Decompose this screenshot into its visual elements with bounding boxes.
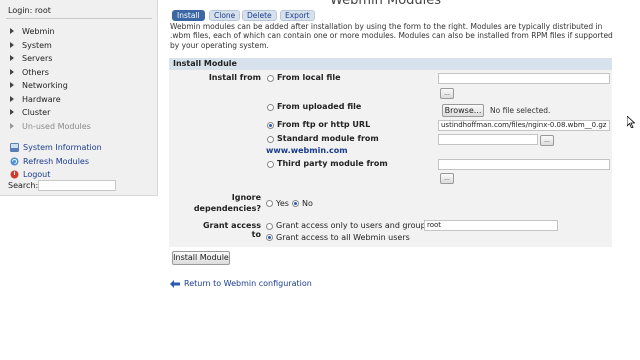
tab-clone[interactable]: Clone xyxy=(209,10,241,21)
install-module-header: Install Module xyxy=(169,58,612,70)
chevron-right-icon xyxy=(10,109,14,115)
chevron-right-icon xyxy=(10,123,14,129)
return-to-config-link[interactable]: Return to Webmin configuration xyxy=(170,279,312,288)
third-party-chooser-button[interactable]: ... xyxy=(440,173,454,184)
chevron-right-icon xyxy=(10,42,14,48)
dependencies-label: dependencies? xyxy=(193,204,261,213)
sidebar-item-label: Servers xyxy=(22,53,53,63)
url-input[interactable]: ustindhoffman.com/files/nginx-0.08.wbm__… xyxy=(438,120,610,131)
grant-users-input[interactable]: root xyxy=(424,220,558,231)
sidebar-item-label: Others xyxy=(22,67,49,77)
source-third-party-radio[interactable] xyxy=(267,161,274,168)
grant-all-radio[interactable] xyxy=(266,234,273,241)
ignore-label: Ignore xyxy=(231,193,261,202)
tab-export[interactable]: Export xyxy=(280,10,315,21)
source-uploaded-radio[interactable] xyxy=(267,104,274,111)
chevron-right-icon xyxy=(10,82,14,88)
grant-all-label: Grant access to all Webmin users xyxy=(276,233,410,242)
sidebar-item-label: Un-used Modules xyxy=(22,121,91,131)
chevron-right-icon xyxy=(10,69,14,75)
sidebar-item-hardware[interactable]: Hardware xyxy=(10,93,61,105)
standard-module-input[interactable] xyxy=(438,134,538,145)
sidebar-item-label: System xyxy=(22,40,52,50)
sidebar-item-networking[interactable]: Networking xyxy=(10,79,68,91)
chevron-right-icon xyxy=(10,28,14,34)
sidebar-item-label: Networking xyxy=(22,80,68,90)
source-standard-label: Standard module from xyxy=(277,134,379,143)
sidebar-item-cluster[interactable]: Cluster xyxy=(10,106,50,118)
no-file-status: No file selected. xyxy=(490,106,551,115)
install-module-button[interactable]: Install Module xyxy=(172,251,230,265)
sidebar-divider xyxy=(6,18,152,19)
grant-users-label: Grant access only to users and groups : xyxy=(276,221,436,230)
chevron-right-icon xyxy=(10,55,14,61)
refresh-icon xyxy=(10,157,19,165)
sidebar-item-unused-modules[interactable]: Un-used Modules xyxy=(10,120,91,132)
ignore-no-label: No xyxy=(302,199,313,208)
grant-access-label: Grant access to xyxy=(202,221,261,239)
browse-button[interactable]: Browse... xyxy=(442,104,484,117)
sidebar-item-label: Cluster xyxy=(22,107,51,117)
source-local-label: From local file xyxy=(277,73,341,82)
page-title: Webmin Modules xyxy=(330,0,442,8)
ignore-no-radio[interactable] xyxy=(292,200,299,207)
refresh-modules-label: Refresh Modules xyxy=(23,156,90,166)
source-uploaded-label: From uploaded file xyxy=(277,102,362,111)
local-file-chooser-button[interactable]: ... xyxy=(440,88,454,99)
source-local-radio[interactable] xyxy=(267,75,274,82)
sidebar-item-label: Webmin xyxy=(22,26,55,36)
refresh-modules-link[interactable]: Refresh Modules xyxy=(10,155,89,167)
info-icon xyxy=(10,142,19,152)
ignore-yes-label: Yes xyxy=(276,199,289,208)
source-url-radio[interactable] xyxy=(267,122,274,129)
grant-users-radio[interactable] xyxy=(266,223,273,230)
sidebar-item-others[interactable]: Others xyxy=(10,66,49,78)
mouse-cursor-icon xyxy=(627,116,635,128)
login-label: Login: root xyxy=(8,6,51,15)
sidebar-item-servers[interactable]: Servers xyxy=(10,52,52,64)
install-from-label: Install from xyxy=(208,73,261,82)
chevron-right-icon xyxy=(10,96,14,102)
logout-label: Logout xyxy=(23,169,51,179)
sidebar-item-webmin[interactable]: Webmin xyxy=(10,25,55,37)
standard-module-chooser-button[interactable]: ... xyxy=(540,135,554,146)
sidebar-item-system[interactable]: System xyxy=(10,39,52,51)
tab-install[interactable]: Install xyxy=(172,10,205,21)
logout-icon xyxy=(10,170,19,178)
tab-delete[interactable]: Delete xyxy=(242,10,277,21)
webmin-com-link[interactable]: www.webmin.com xyxy=(266,146,348,155)
logout-link[interactable]: Logout xyxy=(10,168,50,180)
ignore-yes-radio[interactable] xyxy=(266,200,273,207)
source-url-label: From ftp or http URL xyxy=(277,120,371,129)
source-standard-radio[interactable] xyxy=(267,136,274,143)
search-input[interactable] xyxy=(38,180,116,191)
search-label: Search: xyxy=(8,181,39,190)
left-sidebar: Login: root Webmin System Servers Others… xyxy=(0,0,158,196)
system-information-link[interactable]: System Information xyxy=(10,141,102,153)
back-arrow-icon xyxy=(170,279,180,288)
local-file-input[interactable] xyxy=(438,73,610,84)
source-third-party-label: Third party module from xyxy=(277,159,388,168)
sidebar-item-label: Hardware xyxy=(22,94,61,104)
return-to-config-label: Return to Webmin configuration xyxy=(184,279,312,288)
third-party-input[interactable] xyxy=(438,159,610,170)
intro-text: Webmin modules can be added after instal… xyxy=(170,22,613,50)
system-information-label: System Information xyxy=(23,142,102,152)
